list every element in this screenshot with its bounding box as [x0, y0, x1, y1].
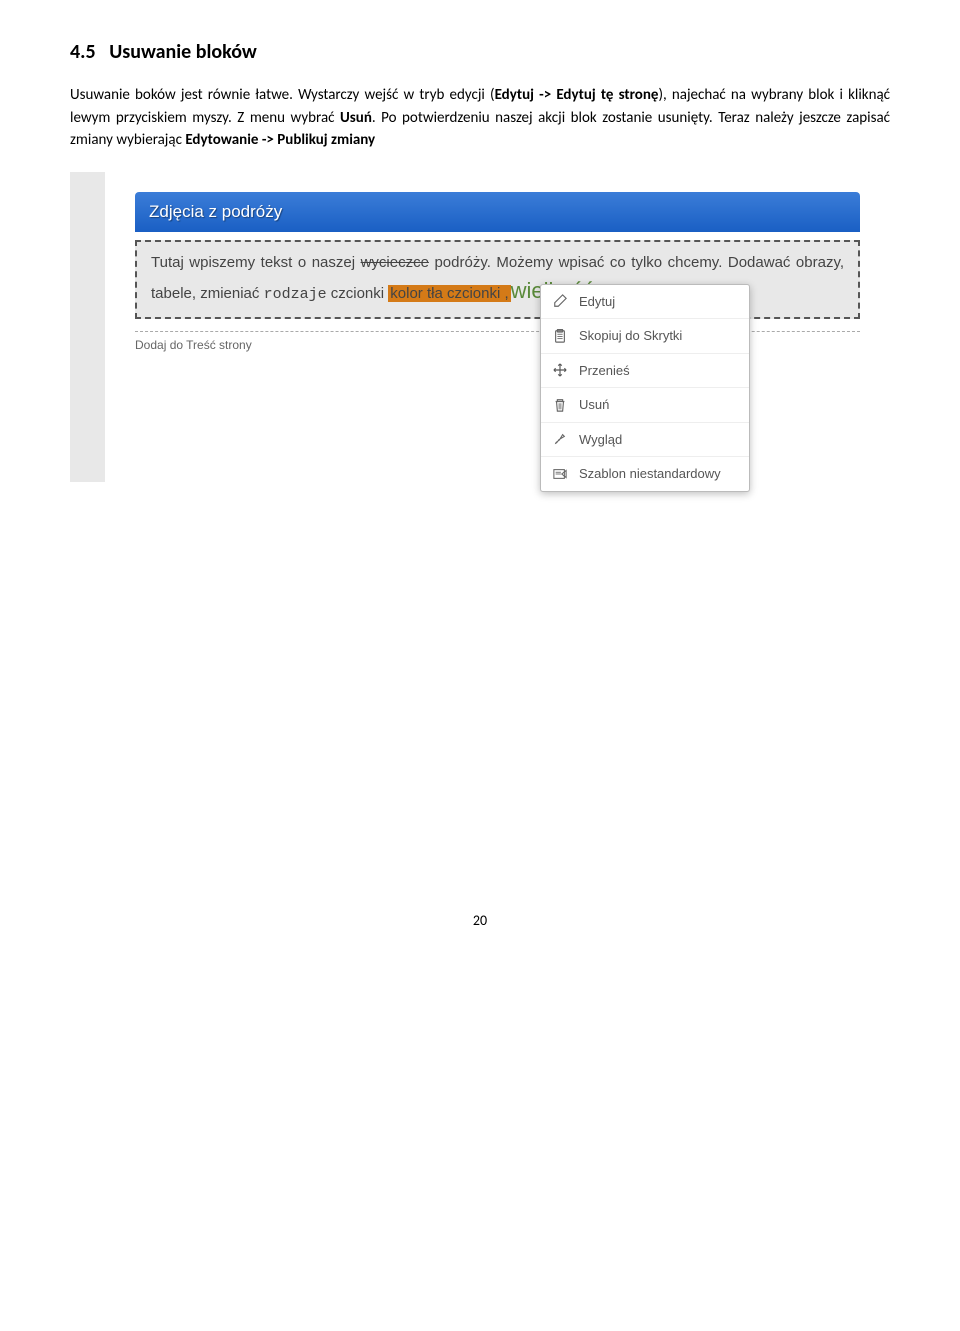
move-icon [551, 362, 569, 378]
strikethrough-text: wycieczce [361, 254, 429, 271]
block-title-bar: Zdjęcia z podróży [135, 192, 860, 232]
page-number: 20 [70, 912, 890, 929]
template-icon [551, 466, 569, 482]
menu-item-appearance[interactable]: Wygląd [541, 423, 749, 458]
section-heading: 4.5 Usuwanie bloków [70, 40, 890, 64]
trash-icon [551, 397, 569, 413]
context-menu: Edytuj Skopiuj do Skrytki Przenieś [540, 284, 750, 492]
menu-item-edit[interactable]: Edytuj [541, 285, 749, 320]
pencil-icon [551, 293, 569, 309]
menu-item-copy[interactable]: Skopiuj do Skrytki [541, 319, 749, 354]
section-title: Usuwanie bloków [109, 40, 257, 64]
content-block[interactable]: Tutaj wpiszemy tekst o naszej wycieczce … [135, 240, 860, 320]
screenshot-inner: Zdjęcia z podróży Tutaj wpiszemy tekst o… [105, 172, 890, 353]
add-to-content-link[interactable]: Dodaj do Treść strony [135, 331, 860, 352]
screenshot-leftbar [70, 172, 105, 482]
section-number: 4.5 [70, 40, 96, 64]
clipboard-icon [551, 328, 569, 344]
highlighted-text: kolor tła czcionki , [388, 285, 510, 302]
screenshot: Zdjęcia z podróży Tutaj wpiszemy tekst o… [70, 172, 890, 353]
mono-text: rodzaje [264, 286, 327, 303]
menu-item-template[interactable]: Szablon niestandardowy [541, 457, 749, 491]
block-title: Zdjęcia z podróży [149, 202, 282, 221]
body-paragraph: Usuwanie boków jest równie łatwe. Wystar… [70, 84, 890, 152]
brush-icon [551, 431, 569, 447]
menu-item-move[interactable]: Przenieś [541, 354, 749, 389]
menu-item-delete[interactable]: Usuń [541, 388, 749, 423]
